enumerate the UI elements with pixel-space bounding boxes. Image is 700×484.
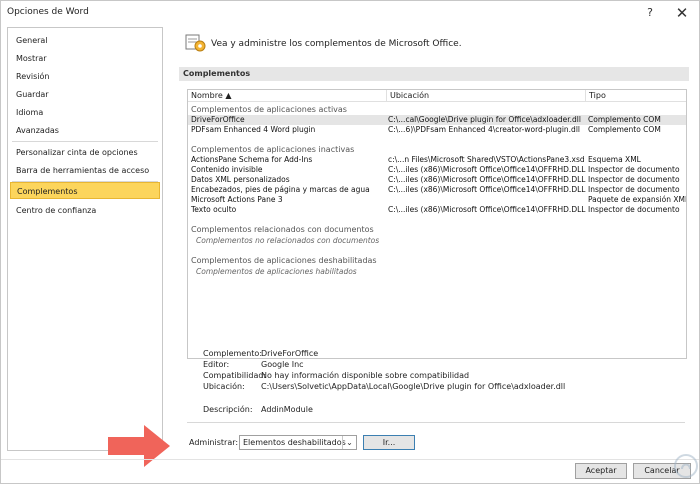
title-bar: Opciones de Word ? ✕ [1, 1, 699, 25]
addin-name: DriveForOffice [191, 115, 245, 124]
divider [187, 422, 685, 423]
sidebar: General Mostrar Revisión Guardar Idioma … [7, 27, 163, 451]
detail-label: Editor: [203, 360, 230, 369]
detail-label: Complemento: [203, 349, 263, 358]
sidebar-item-avanzadas[interactable]: Avanzadas [10, 122, 160, 139]
list-header: Nombre ▲ Ubicación Tipo [188, 90, 686, 102]
addins-list[interactable]: Nombre ▲ Ubicación Tipo Complementos de … [187, 89, 687, 359]
sidebar-item-idioma[interactable]: Idioma [10, 104, 160, 121]
addin-name: Microsoft Actions Pane 3 [191, 195, 283, 204]
list-item[interactable]: PDFsam Enhanced 4 Word plugin C:\...6)\P… [188, 125, 686, 135]
addin-gear-icon [185, 34, 206, 52]
addin-location: C:\...iles (x86)\Microsoft Office\Office… [388, 175, 586, 184]
sidebar-item-mostrar[interactable]: Mostrar [10, 50, 160, 67]
group-label: Complementos de aplicaciones activas [191, 105, 347, 114]
group-label: Complementos de aplicaciones deshabilita… [191, 256, 377, 265]
detail-ubicacion: C:\Users\Solvetic\AppData\Local\Google\D… [261, 382, 566, 391]
addin-location: C:\...cal\Google\Drive plugin for Office… [388, 115, 581, 124]
addin-location: C:\...iles (x86)\Microsoft Office\Office… [388, 165, 586, 174]
close-button[interactable]: ✕ [667, 1, 697, 25]
column-nombre[interactable]: Nombre ▲ [191, 91, 231, 100]
addin-location: C:\...iles (x86)\Microsoft Office\Office… [388, 205, 586, 214]
help-button[interactable]: ? [635, 1, 665, 25]
addin-name: Texto oculto [191, 205, 237, 214]
addin-type: Esquema XML [588, 155, 641, 164]
pointer-arrow-annotation [108, 425, 170, 467]
detail-label: Descripción: [203, 405, 253, 414]
solvetic-logo-icon [674, 454, 698, 478]
addin-location: C:\...iles (x86)\Microsoft Office\Office… [388, 185, 586, 194]
addin-type: Inspector de documento [588, 175, 680, 184]
addins-panel: Vea y administre los complementos de Mic… [171, 27, 693, 453]
group-label: Complementos de aplicaciones inactivas [191, 145, 355, 154]
sidebar-item-barra-acceso-rapido[interactable]: Barra de herramientas de acceso rápido [10, 162, 160, 192]
footer-divider [1, 459, 699, 460]
addin-location: C:\...6)\PDFsam Enhanced 4\creator-word-… [388, 125, 580, 134]
ok-button[interactable]: Aceptar [575, 463, 627, 479]
page-description: Vea y administre los complementos de Mic… [211, 39, 462, 49]
sidebar-item-cinta[interactable]: Personalizar cinta de opciones [10, 144, 160, 161]
column-divider [386, 90, 387, 102]
sidebar-item-revision[interactable]: Revisión [10, 68, 160, 85]
column-tipo[interactable]: Tipo [589, 91, 606, 100]
sidebar-item-complementos[interactable]: Complementos [10, 182, 160, 199]
detail-descripcion: AddinModule [261, 405, 313, 414]
list-item[interactable]: ActionsPane Schema for Add-Ins c:\...n F… [188, 155, 686, 165]
addin-location: c:\...n Files\Microsoft Shared\VSTO\Acti… [388, 155, 585, 164]
column-ubicacion[interactable]: Ubicación [390, 91, 429, 100]
addin-name: ActionsPane Schema for Add-Ins [191, 155, 313, 164]
sidebar-item-centro-confianza[interactable]: Centro de confianza [10, 202, 160, 219]
addin-name: Contenido invisible [191, 165, 263, 174]
list-item[interactable]: DriveForOffice C:\...cal\Google\Drive pl… [188, 115, 686, 125]
sidebar-item-general[interactable]: General [10, 32, 160, 49]
addin-name: PDFsam Enhanced 4 Word plugin [191, 125, 316, 134]
window-title: Opciones de Word [7, 7, 89, 17]
sidebar-item-guardar[interactable]: Guardar [10, 86, 160, 103]
options-dialog: Opciones de Word ? ✕ General Mostrar Rev… [0, 0, 700, 484]
column-divider [585, 90, 586, 102]
section-header: Complementos [179, 67, 689, 81]
detail-label: Compatibilidad: [203, 371, 267, 380]
detail-compatibilidad: No hay información disponible sobre comp… [261, 371, 470, 380]
list-item[interactable]: Encabezados, pies de página y marcas de … [188, 185, 686, 195]
go-button[interactable]: Ir... [363, 435, 415, 450]
list-item[interactable]: Microsoft Actions Pane 3 Paquete de expa… [188, 195, 686, 205]
addin-type: Inspector de documento [588, 165, 680, 174]
addin-type: Paquete de expansión XML [588, 195, 687, 204]
group-label: Complementos relacionados con documentos [191, 225, 374, 234]
addin-type: Inspector de documento [588, 205, 680, 214]
detail-complemento: DriveForOffice [261, 349, 319, 358]
manage-label: Administrar: [189, 438, 239, 447]
sidebar-divider [12, 141, 158, 142]
empty-group-note: Complementos de aplicaciones habilitados [196, 267, 357, 276]
list-item[interactable]: Contenido invisible C:\...iles (x86)\Mic… [188, 165, 686, 175]
detail-label: Ubicación: [203, 382, 245, 391]
empty-group-note: Complementos no relacionados con documen… [196, 236, 380, 245]
addin-name: Encabezados, pies de página y marcas de … [191, 185, 370, 194]
section-title: Complementos [183, 69, 251, 78]
list-item[interactable]: Texto oculto C:\...iles (x86)\Microsoft … [188, 205, 686, 215]
addin-type: Complemento COM [588, 125, 661, 134]
addin-type: Complemento COM [588, 115, 661, 124]
addin-type: Inspector de documento [588, 185, 680, 194]
manage-dropdown[interactable]: Elementos deshabilitados ⌄ [239, 435, 357, 450]
addin-name: Datos XML personalizados [191, 175, 290, 184]
list-item[interactable]: Datos XML personalizados C:\...iles (x86… [188, 175, 686, 185]
manage-selected-value: Elementos deshabilitados [243, 438, 346, 447]
chevron-down-icon[interactable]: ⌄ [342, 436, 356, 449]
detail-editor: Google Inc [261, 360, 304, 369]
